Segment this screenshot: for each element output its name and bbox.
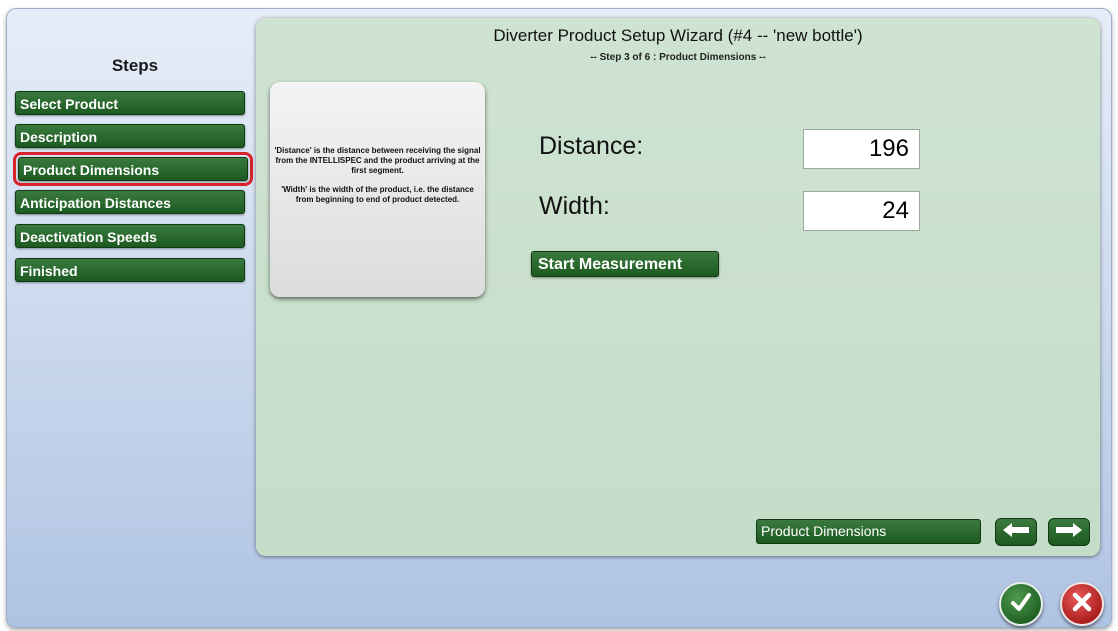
sidebar-item-description[interactable]: Description: [15, 124, 245, 148]
sidebar-item-select-product[interactable]: Select Product: [15, 91, 245, 115]
distance-field[interactable]: 196: [803, 129, 920, 169]
distance-label: Distance:: [539, 132, 644, 160]
info-distance-description: 'Distance' is the distance between recei…: [274, 146, 481, 175]
previous-step-button[interactable]: [995, 518, 1037, 546]
steps-heading: Steps: [111, 56, 159, 75]
close-icon: [1071, 591, 1093, 618]
sidebar-item-anticipation-distances[interactable]: Anticipation Distances: [15, 190, 245, 214]
arrow-left-icon: [1002, 522, 1030, 543]
info-text: 'Distance' is the distance between recei…: [270, 146, 485, 214]
ok-button[interactable]: [999, 582, 1043, 626]
wizard-title: Diverter Product Setup Wizard (#4 -- 'ne…: [493, 26, 863, 45]
checkmark-icon: [1009, 590, 1033, 619]
info-width-description: 'Width' is the width of the product, i.e…: [281, 185, 474, 204]
width-label: Width:: [539, 192, 610, 220]
next-step-button[interactable]: [1048, 518, 1090, 546]
sidebar-item-product-dimensions[interactable]: Product Dimensions: [13, 152, 253, 186]
cancel-button[interactable]: [1060, 582, 1104, 626]
start-measurement-button[interactable]: Start Measurement: [531, 251, 719, 277]
sidebar-item-finished[interactable]: Finished: [15, 258, 245, 282]
sidebar-item-deactivation-speeds[interactable]: Deactivation Speeds: [15, 224, 245, 248]
width-field[interactable]: 24: [803, 191, 920, 231]
arrow-right-icon: [1055, 522, 1083, 543]
current-step-indicator: Product Dimensions: [756, 519, 981, 544]
wizard-subtitle: -- Step 3 of 6 : Product Dimensions --: [590, 52, 766, 63]
